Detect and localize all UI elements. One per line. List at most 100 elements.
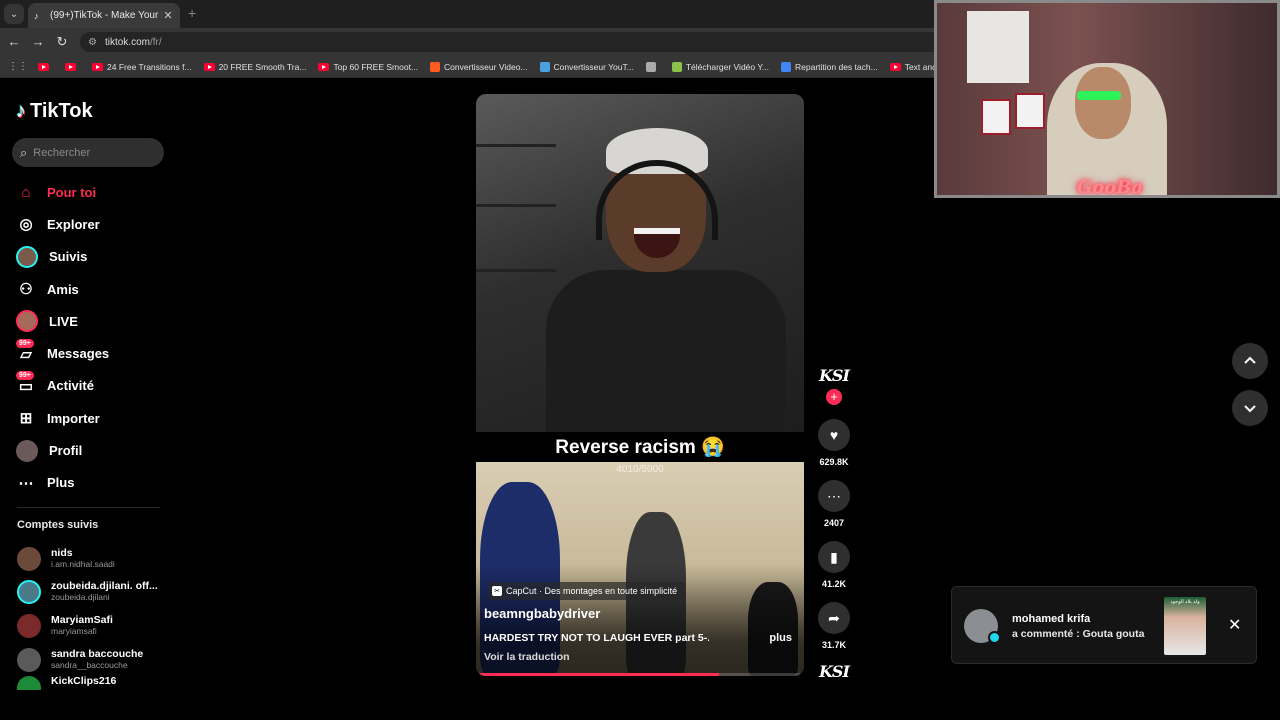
bookmark-item[interactable] — [38, 62, 53, 71]
sidebar-item-label: Messages — [47, 346, 110, 362]
converter-icon — [539, 61, 550, 72]
followed-account[interactable]: KickClips216 — [17, 676, 162, 691]
follow-plus-icon[interactable]: + — [826, 389, 842, 405]
account-name: KickClips216 — [51, 676, 117, 688]
bookmark-item[interactable]: 20 FREE Smooth Tra... — [203, 61, 307, 72]
sidebar-item-following[interactable]: Suivis — [16, 241, 166, 273]
sidebar-divider — [17, 507, 160, 508]
verified-badge-icon — [988, 631, 1001, 644]
tab-close-icon[interactable]: ✕ — [162, 9, 174, 22]
shelf — [476, 269, 556, 272]
sidebar-item-for-you[interactable]: ⌂ Pour toi — [16, 176, 166, 208]
like-count: 629.8K — [819, 457, 849, 467]
streamer-glasses — [1077, 91, 1121, 100]
poster — [967, 11, 1029, 83]
tiktok-logo[interactable]: ♪ TikTok — [16, 100, 93, 123]
search-input[interactable] — [33, 146, 154, 159]
forward-icon[interactable]: → — [30, 34, 46, 50]
sidebar-item-explore[interactable]: ◎ Explorer — [16, 208, 166, 240]
sidebar-item-label: Activité — [47, 378, 94, 394]
video-author[interactable]: beamngbabydriver — [484, 606, 600, 621]
heart-icon[interactable]: ♥ — [818, 419, 850, 451]
sidebar-item-activity[interactable]: ▭ 99+ Activité — [16, 370, 166, 402]
sidebar-item-label: Amis — [47, 281, 79, 297]
bookmark-item[interactable]: Convertisseur Video... — [430, 61, 528, 72]
bookmark-item[interactable]: 24 Free Transitions f... — [92, 62, 192, 72]
followed-account[interactable]: zoubeida.djilani. off... zoubeida.djilani — [17, 576, 162, 610]
bookmark-label: 20 FREE Smooth Tra... — [218, 61, 307, 72]
music-disc[interactable]: KSI — [814, 662, 854, 681]
youtube-icon — [203, 62, 215, 71]
bookmark-label: Télécharger Vidéo Y... — [685, 61, 769, 72]
chevron-down-icon — [1244, 405, 1256, 413]
address-bar[interactable]: ⚙ tiktok.com/fr/ — [80, 32, 960, 52]
share-icon[interactable]: ➦ — [818, 602, 850, 634]
sidebar-item-live[interactable]: LIVE — [16, 305, 166, 337]
site-info-icon[interactable]: ⚙ — [88, 37, 97, 48]
comment-icon[interactable]: ⋯ — [818, 480, 850, 512]
creator-avatar[interactable]: KSI — [814, 366, 854, 385]
tab-title: (99+)TikTok - Make Your Day — [50, 10, 162, 21]
youtube-icon — [318, 62, 330, 71]
account-name: nids — [51, 547, 73, 559]
following-avatar — [16, 245, 38, 268]
bookmark-item[interactable] — [645, 61, 660, 72]
like-action[interactable]: ♥ 629.8K — [814, 419, 854, 467]
bookmark-item[interactable]: Repartition des tach... — [781, 61, 878, 72]
bookmark-item[interactable]: Convertisseur YouT... — [539, 61, 634, 72]
video-caption-overlay: Reverse racism 😭 — [476, 432, 804, 462]
account-name: MaryiamSafi — [51, 614, 113, 626]
sidebar-item-label: Pour toi — [47, 184, 97, 200]
bookmark-item[interactable]: Top 60 FREE Smoot... — [318, 62, 418, 72]
avatar — [17, 676, 41, 691]
sidebar-item-upload[interactable]: ⊞ Importer — [16, 402, 166, 434]
followed-account[interactable]: sandra baccouche sandra__baccouche — [17, 643, 162, 677]
account-name: sandra baccouche — [51, 648, 144, 660]
messages-icon: ▱ 99+ — [16, 338, 36, 364]
share-action[interactable]: ➦ 31.7K — [814, 602, 854, 650]
sidebar-item-label: Importer — [47, 410, 100, 426]
sidebar-item-more[interactable]: ⋯ Plus — [16, 467, 166, 499]
save-action[interactable]: ▮ 41.2K — [814, 541, 854, 589]
followed-account[interactable]: MaryiamSafi maryiamsafi — [17, 609, 162, 643]
followed-accounts-list: nids i.am.nidhal.saadi zoubeida.djilani. … — [17, 542, 162, 691]
search-box[interactable]: ⌕ — [12, 138, 164, 167]
sidebar-item-friends[interactable]: ⚇ Amis — [16, 273, 166, 305]
avatar — [17, 580, 41, 605]
bookmark-label: Convertisseur YouT... — [553, 61, 634, 72]
apps-grid-icon[interactable]: ⋮⋮ — [8, 61, 28, 72]
capcut-icon: ✂ — [492, 586, 502, 596]
more-button[interactable]: plus — [769, 632, 792, 644]
comment-notification[interactable]: mohamed krifa a commenté : Gouta gouta و… — [951, 586, 1257, 664]
video-progress-bar[interactable] — [476, 673, 804, 676]
followed-account[interactable]: nids i.am.nidhal.saadi — [17, 542, 162, 576]
previous-video-button[interactable] — [1232, 343, 1268, 379]
browser-tab-tiktok[interactable]: ♪ (99+)TikTok - Make Your Day ✕ — [28, 3, 180, 28]
next-video-button[interactable] — [1232, 390, 1268, 426]
sidebar-item-messages[interactable]: ▱ 99+ Messages — [16, 337, 166, 369]
tab-search-button[interactable]: ⌄ — [4, 4, 24, 24]
sidebar-item-label: Profil — [49, 443, 83, 459]
back-icon[interactable]: ← — [6, 34, 22, 50]
download-icon — [671, 61, 682, 72]
bookmark-item[interactable]: Télécharger Vidéo Y... — [671, 61, 769, 72]
bookmark-icon[interactable]: ▮ — [818, 541, 850, 573]
translate-link[interactable]: Voir la traduction — [484, 651, 570, 663]
compass-icon: ◎ — [19, 216, 33, 234]
tiktok-favicon-icon: ♪ — [34, 10, 39, 21]
reload-icon[interactable]: ↻ — [54, 34, 70, 50]
bookmark-item[interactable] — [65, 62, 80, 71]
notification-thumbnail[interactable]: ولد بلاد الوجود — [1164, 597, 1206, 655]
activity-badge: 99+ — [16, 370, 34, 380]
capcut-tag[interactable]: ✂ CapCut · Des montages en toute simplic… — [488, 582, 686, 600]
youtube-icon — [38, 62, 49, 71]
close-icon[interactable]: ✕ — [1228, 615, 1241, 635]
followed-accounts-title: Comptes suivis — [17, 519, 99, 531]
new-tab-button[interactable]: + — [188, 5, 196, 21]
avatar — [17, 546, 41, 571]
sidebar-item-profile[interactable]: Profil — [16, 434, 166, 466]
account-handle: sandra__baccouche — [51, 659, 128, 670]
video-player[interactable]: Reverse racism 😭 4010/5000 ✂ CapCut · De… — [476, 94, 804, 676]
messages-badge: 99+ — [16, 338, 34, 348]
comment-action[interactable]: ⋯ 2407 — [814, 480, 854, 528]
